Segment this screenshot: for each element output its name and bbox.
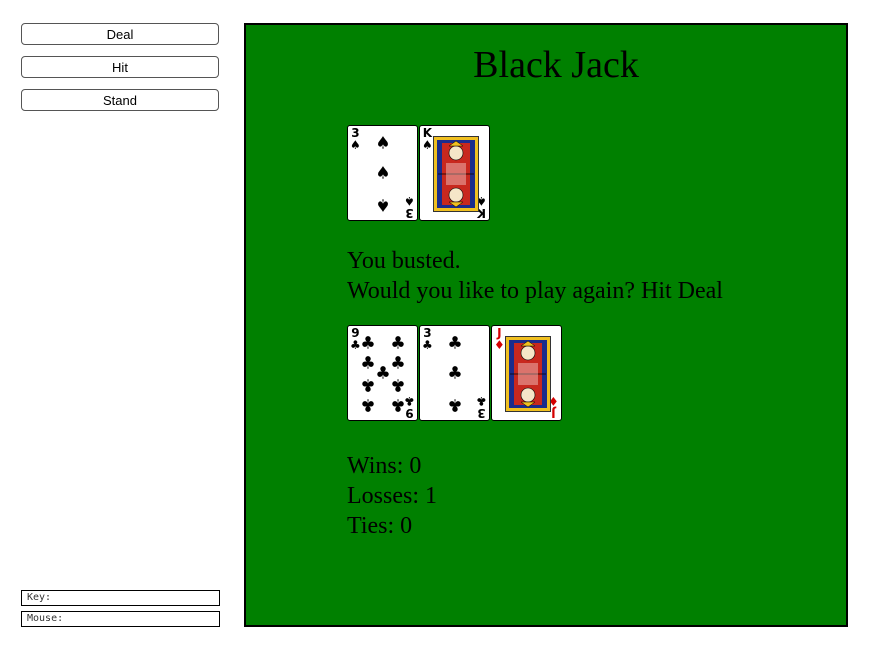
card-rank: 3 bbox=[477, 406, 486, 420]
card-corner-index: K ♠ bbox=[422, 127, 433, 151]
card-corner-index: 3 ♠ bbox=[350, 127, 361, 151]
card-corner-index: 9 ♣ bbox=[350, 327, 361, 351]
card-pip: ♣ bbox=[447, 363, 463, 384]
result-message: You busted. bbox=[347, 248, 461, 274]
card-suit: ♠ bbox=[422, 138, 433, 152]
card-pip: ♣ bbox=[390, 353, 406, 374]
card-corner-index: 3 ♣ bbox=[476, 394, 487, 420]
playing-card: K ♠ K ♠ bbox=[419, 125, 490, 221]
key-readout: Key: bbox=[21, 590, 220, 606]
card-corner-index: J ♦ bbox=[494, 327, 505, 351]
card-pip: ♣ bbox=[390, 333, 406, 354]
card-suit: ♣ bbox=[422, 338, 433, 352]
card-suit: ♠ bbox=[350, 138, 361, 152]
card-pip: ♣ bbox=[390, 374, 406, 395]
card-suit: ♣ bbox=[476, 394, 487, 408]
card-pip: ♣ bbox=[447, 333, 463, 354]
card-suit: ♣ bbox=[350, 338, 361, 352]
game-title: Black Jack bbox=[473, 44, 639, 86]
play-again-prompt: Would you like to play again? Hit Deal bbox=[347, 278, 723, 304]
card-corner-index: 9 ♣ bbox=[404, 394, 415, 420]
face-card-art bbox=[433, 136, 479, 212]
card-rank: 9 bbox=[405, 406, 414, 420]
card-suit: ♠ bbox=[404, 194, 415, 208]
card-pip: ♣ bbox=[375, 363, 391, 384]
card-suit: ♣ bbox=[404, 394, 415, 408]
player-hand: 9 ♣ 9 ♣ ♣ ♣ ♣ ♣ ♣ ♣ ♣ ♣ ♣ 3 ♣ 3 ♣ ♣ ♣ ♣ J ♦ J ♦ bbox=[347, 325, 562, 421]
wins-count: Wins: 0 bbox=[347, 453, 422, 479]
game-table[interactable]: Black Jack 3 ♠ 3 ♠ ♠ ♠ ♠ K ♠ K ♠ You busted. Would… bbox=[244, 23, 848, 627]
card-suit: ♦ bbox=[494, 338, 505, 352]
playing-card: 3 ♠ 3 ♠ ♠ ♠ ♠ bbox=[347, 125, 418, 221]
dealer-hand: 3 ♠ 3 ♠ ♠ ♠ ♠ K ♠ K ♠ bbox=[347, 125, 490, 221]
card-pip: ♣ bbox=[447, 394, 463, 415]
playing-card: 3 ♣ 3 ♣ ♣ ♣ ♣ bbox=[419, 325, 490, 421]
card-pip: ♠ bbox=[375, 194, 391, 215]
losses-count: Losses: 1 bbox=[347, 483, 437, 509]
card-pip: ♣ bbox=[360, 333, 376, 354]
card-pip: ♣ bbox=[360, 374, 376, 395]
card-corner-index: 3 ♣ bbox=[422, 327, 433, 351]
card-pip: ♠ bbox=[375, 133, 391, 154]
hit-button[interactable]: Hit bbox=[21, 56, 219, 78]
face-card-art bbox=[505, 336, 551, 412]
mouse-readout: Mouse: bbox=[21, 611, 220, 627]
ties-count: Ties: 0 bbox=[347, 513, 413, 539]
deal-button[interactable]: Deal bbox=[21, 23, 219, 45]
stand-button[interactable]: Stand bbox=[21, 89, 219, 111]
card-pip: ♣ bbox=[360, 353, 376, 374]
card-rank: 3 bbox=[405, 206, 414, 220]
card-corner-index: 3 ♠ bbox=[404, 194, 415, 220]
playing-card: 9 ♣ 9 ♣ ♣ ♣ ♣ ♣ ♣ ♣ ♣ ♣ ♣ bbox=[347, 325, 418, 421]
card-pip: ♣ bbox=[390, 394, 406, 415]
card-pip: ♣ bbox=[360, 394, 376, 415]
card-pip: ♠ bbox=[375, 163, 391, 184]
playing-card: J ♦ J ♦ bbox=[491, 325, 562, 421]
